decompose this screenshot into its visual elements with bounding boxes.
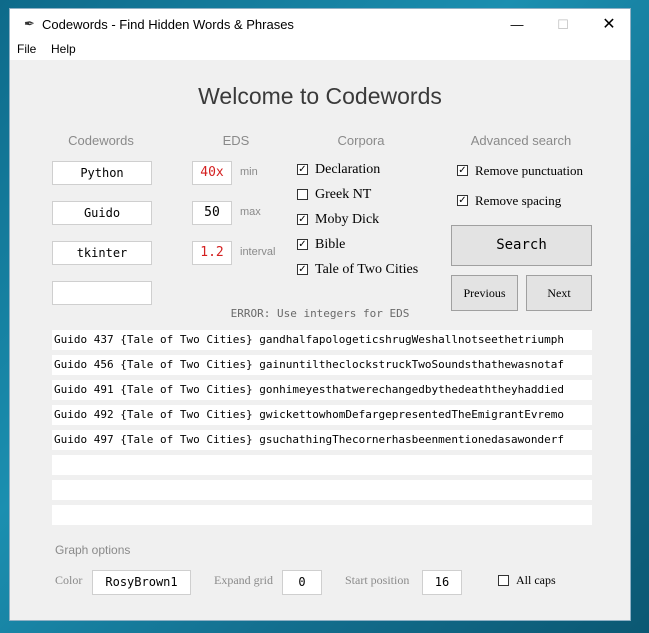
checkbox-icon[interactable]	[297, 189, 308, 200]
menu-bar: File Help	[10, 40, 630, 60]
expand-grid-label: Expand grid	[214, 573, 273, 587]
page-title: Welcome to Codewords	[198, 83, 442, 109]
checkbox-icon[interactable]: ✓	[297, 214, 308, 225]
title-bar: ✒ Codewords - Find Hidden Words & Phrase…	[10, 9, 630, 40]
checkbox-icon[interactable]: ✓	[457, 195, 468, 206]
codeword-input-1[interactable]: Python	[52, 161, 152, 185]
next-button[interactable]: Next	[526, 275, 592, 311]
result-row[interactable]: Guido 456 {Tale of Two Cities} gainuntil…	[52, 355, 592, 375]
codeword-input-3[interactable]: tkinter	[52, 241, 152, 265]
minimize-button[interactable]: —	[494, 9, 540, 40]
corpora-header: Corpora	[337, 133, 385, 148]
result-row[interactable]: Guido 437 {Tale of Two Cities} gandhalfa…	[52, 330, 592, 350]
app-window: ✒ Codewords - Find Hidden Words & Phrase…	[9, 8, 631, 621]
checkbox-icon[interactable]: ✓	[297, 264, 308, 275]
maximize-button[interactable]: ☐	[540, 9, 586, 40]
result-row[interactable]	[52, 455, 592, 475]
error-message: ERROR: Use integers for EDS	[230, 307, 410, 320]
result-row[interactable]: Guido 492 {Tale of Two Cities} gwicketto…	[52, 405, 592, 425]
feather-icon: ✒	[24, 16, 35, 31]
close-button[interactable]: ✕	[586, 9, 632, 40]
color-label: Color	[55, 573, 83, 587]
eds-min-input[interactable]: 40x	[192, 161, 232, 185]
menu-help[interactable]: Help	[51, 42, 76, 56]
previous-button[interactable]: Previous	[451, 275, 518, 311]
eds-min-label: min	[240, 166, 258, 178]
result-row[interactable]: Guido 491 {Tale of Two Cities} gonhimeye…	[52, 380, 592, 400]
eds-header: EDS	[222, 133, 250, 148]
window-title: Codewords - Find Hidden Words & Phrases	[42, 17, 294, 32]
start-position-input[interactable]: 16	[422, 570, 462, 595]
color-input[interactable]: RosyBrown1	[92, 570, 191, 595]
search-button[interactable]: Search	[451, 225, 592, 266]
expand-grid-input[interactable]: 0	[282, 570, 322, 595]
eds-interval-input[interactable]: 1.2	[192, 241, 232, 265]
result-row[interactable]	[52, 480, 592, 500]
start-position-label: Start position	[345, 573, 410, 587]
checkbox-icon[interactable]: ✓	[297, 164, 308, 175]
codeword-input-4[interactable]	[52, 281, 152, 305]
codewords-header: Codewords	[68, 133, 134, 148]
eds-max-label: max	[240, 206, 261, 218]
eds-interval-label: interval	[240, 246, 276, 258]
checkbox-icon[interactable]: ✓	[457, 165, 468, 176]
advanced-search-header: Advanced search	[470, 133, 572, 148]
graph-options-header: Graph options	[55, 543, 131, 557]
result-row[interactable]	[52, 505, 592, 525]
eds-max-input[interactable]: 50	[192, 201, 232, 225]
checkbox-icon[interactable]: ✓	[297, 239, 308, 250]
result-row[interactable]: Guido 497 {Tale of Two Cities} gsuchathi…	[52, 430, 592, 450]
codeword-input-2[interactable]: Guido	[52, 201, 152, 225]
menu-file[interactable]: File	[17, 42, 36, 56]
checkbox-icon[interactable]	[498, 575, 509, 586]
